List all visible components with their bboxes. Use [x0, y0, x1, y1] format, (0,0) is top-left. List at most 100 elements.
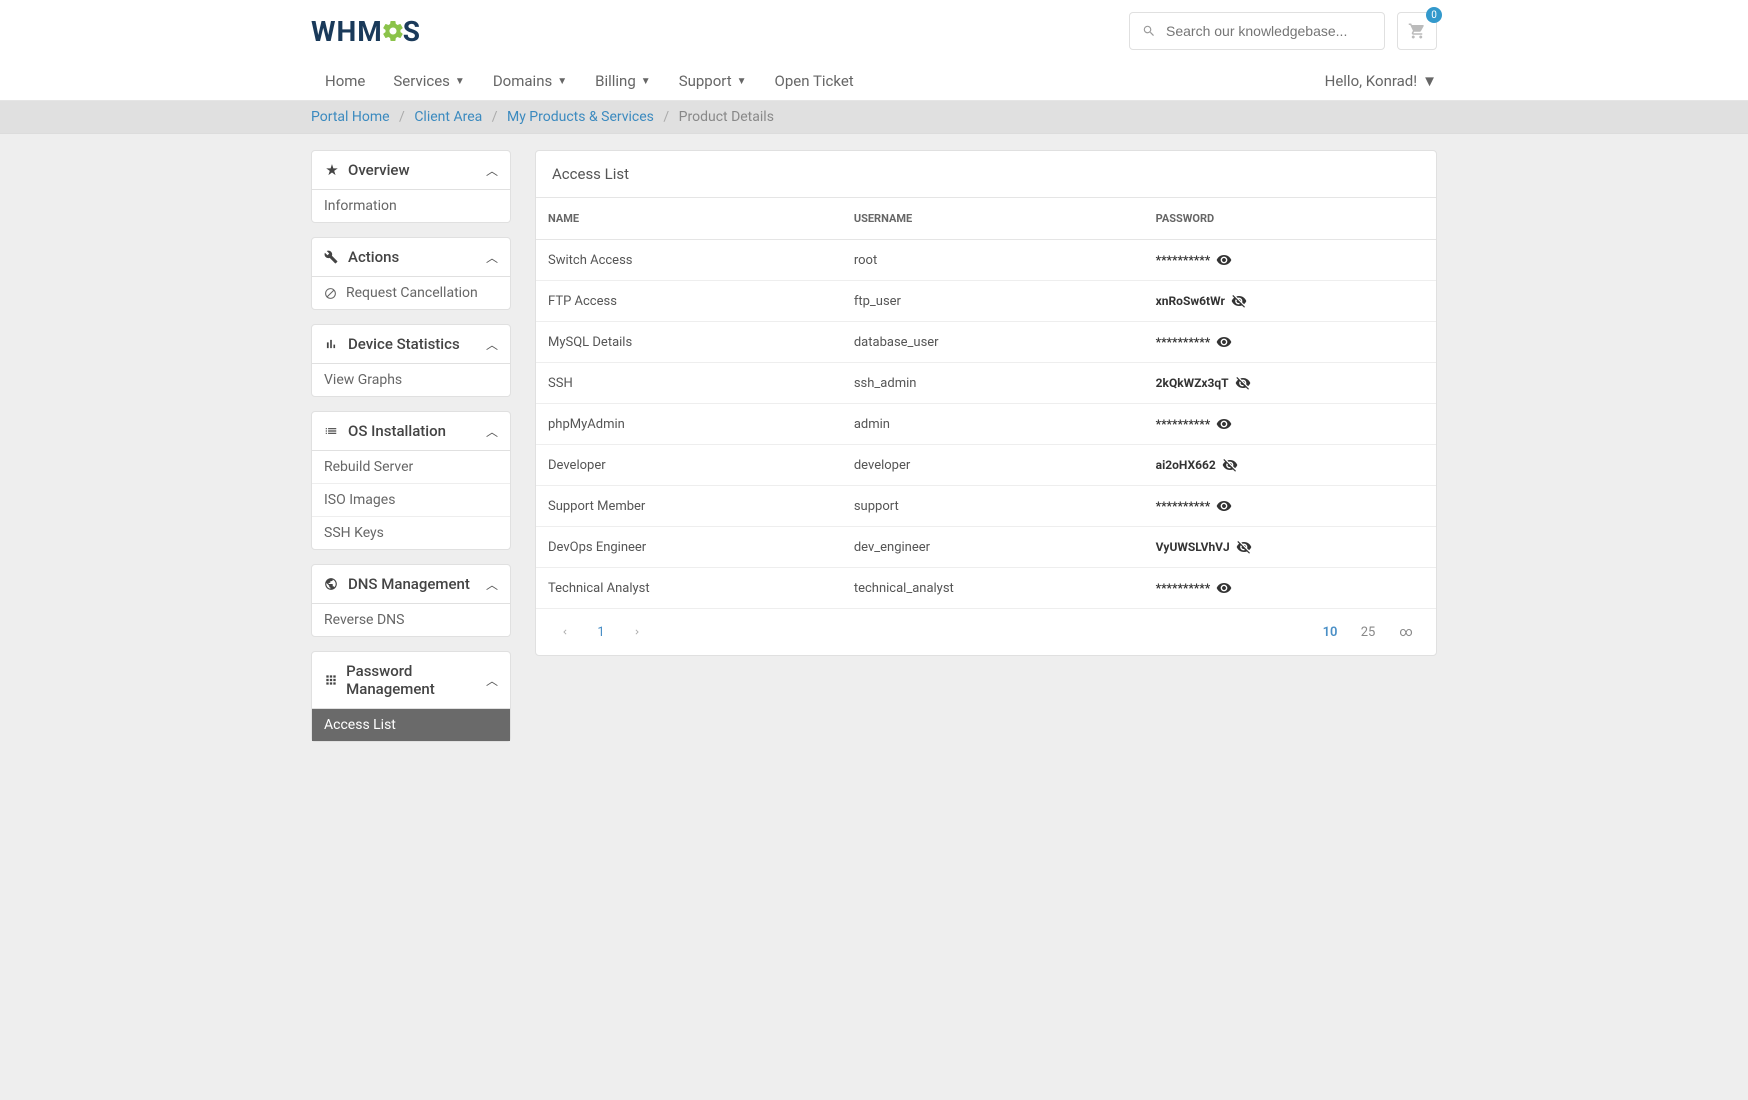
panel-os-installation-header[interactable]: OS Installation ︿ [312, 412, 510, 451]
eye-icon[interactable] [1216, 252, 1232, 268]
password-value: ********** [1156, 417, 1211, 431]
table-row: phpMyAdminadmin ********** [536, 404, 1436, 445]
password-value: ********** [1156, 335, 1211, 349]
panel-password-management: Password Management ︿ Access List [311, 651, 511, 742]
sidebar-item-access-list[interactable]: Access List [312, 709, 510, 741]
cell-password: ********** [1144, 404, 1436, 445]
cell-name: phpMyAdmin [536, 404, 842, 445]
panel-overview-header[interactable]: ★ Overview ︿ [312, 151, 510, 190]
caret-down-icon: ▼ [641, 76, 651, 87]
cell-name: DevOps Engineer [536, 527, 842, 568]
page-size-∞[interactable]: ∞ [1392, 619, 1420, 645]
cell-username: root [842, 240, 1144, 281]
eye-icon[interactable] [1216, 334, 1232, 350]
breadcrumb-my-products[interactable]: My Products & Services [507, 109, 654, 125]
gear-icon [381, 19, 405, 43]
th-name[interactable]: NAME [536, 198, 842, 240]
sidebar-item-reverse-dns[interactable]: Reverse DNS [312, 604, 510, 636]
caret-down-icon: ▼ [737, 76, 747, 87]
eye-off-icon[interactable] [1222, 457, 1238, 473]
cell-name: MySQL Details [536, 322, 842, 363]
sidebar-item-request-cancellation[interactable]: Request Cancellation [312, 277, 510, 309]
nav-billing[interactable]: Billing▼ [581, 62, 665, 100]
sidebar-item-iso-images[interactable]: ISO Images [312, 484, 510, 517]
search-input[interactable] [1166, 23, 1372, 39]
logo[interactable]: WHM S [311, 15, 421, 48]
caret-down-icon: ▼ [1422, 72, 1437, 90]
panel-os-installation: OS Installation ︿ Rebuild Server ISO Ima… [311, 411, 511, 550]
breadcrumb: Portal Home / Client Area / My Products … [311, 101, 1437, 133]
cell-username: admin [842, 404, 1144, 445]
cell-password: ********** [1144, 568, 1436, 609]
sidebar-item-ssh-keys[interactable]: SSH Keys [312, 517, 510, 549]
cell-name: Switch Access [536, 240, 842, 281]
search-box[interactable] [1129, 12, 1385, 50]
th-password[interactable]: PASSWORD [1144, 198, 1436, 240]
cell-password: xnRoSw6tWr [1144, 281, 1436, 322]
panel-overview: ★ Overview ︿ Information [311, 150, 511, 223]
table-row: MySQL Detailsdatabase_user ********** [536, 322, 1436, 363]
nav-home[interactable]: Home [311, 62, 379, 100]
page-size-25[interactable]: 25 [1354, 619, 1382, 645]
table-row: Developerdeveloper ai2oHX662 [536, 445, 1436, 486]
chevron-up-icon: ︿ [486, 672, 498, 689]
globe-icon [324, 577, 340, 591]
breadcrumb-portal-home[interactable]: Portal Home [311, 109, 390, 125]
nav-domains[interactable]: Domains▼ [479, 62, 581, 100]
nav-support[interactable]: Support▼ [665, 62, 761, 100]
pagination-prev[interactable] [552, 619, 578, 645]
eye-icon[interactable] [1216, 498, 1232, 514]
panel-device-statistics-header[interactable]: Device Statistics ︿ [312, 325, 510, 364]
main-panel: Access List NAME USERNAME PASSWORD Switc… [535, 150, 1437, 656]
password-value: xnRoSw6tWr [1156, 294, 1225, 308]
sidebar-item-view-graphs[interactable]: View Graphs [312, 364, 510, 396]
nav-open-ticket[interactable]: Open Ticket [761, 62, 868, 100]
list-icon [324, 424, 340, 438]
chevron-up-icon: ︿ [486, 576, 498, 593]
page-size-10[interactable]: 10 [1316, 619, 1344, 645]
user-greeting: Hello, Konrad! [1325, 72, 1418, 90]
nav-services[interactable]: Services▼ [379, 62, 478, 100]
caret-down-icon: ▼ [557, 76, 567, 87]
cell-name: Technical Analyst [536, 568, 842, 609]
cell-username: database_user [842, 322, 1144, 363]
eye-off-icon[interactable] [1235, 375, 1251, 391]
cell-password: ai2oHX662 [1144, 445, 1436, 486]
table-row: Switch Accessroot********** [536, 240, 1436, 281]
caret-down-icon: ▼ [455, 76, 465, 87]
table-row: Technical Analysttechnical_analyst******… [536, 568, 1436, 609]
breadcrumb-client-area[interactable]: Client Area [414, 109, 482, 125]
th-username[interactable]: USERNAME [842, 198, 1144, 240]
table-row: FTP Accessftp_userxnRoSw6tWr [536, 281, 1436, 322]
panel-dns-management: DNS Management ︿ Reverse DNS [311, 564, 511, 637]
cell-name: Developer [536, 445, 842, 486]
table-row: DevOps Engineerdev_engineerVyUWSLVhVJ [536, 527, 1436, 568]
pagination-next[interactable] [624, 619, 650, 645]
table-row: SSHssh_admin2kQkWZx3qT [536, 363, 1436, 404]
ban-icon [324, 287, 338, 300]
eye-icon[interactable] [1216, 580, 1232, 596]
grid-icon [324, 673, 338, 687]
pagination-page-1[interactable]: 1 [588, 619, 614, 645]
eye-off-icon[interactable] [1231, 293, 1247, 309]
sidebar-item-rebuild-server[interactable]: Rebuild Server [312, 451, 510, 484]
chevron-up-icon: ︿ [486, 162, 498, 179]
eye-icon[interactable] [1216, 416, 1232, 432]
cell-username: developer [842, 445, 1144, 486]
cell-name: FTP Access [536, 281, 842, 322]
star-icon: ★ [324, 161, 340, 179]
eye-off-icon[interactable] [1236, 539, 1252, 555]
chevron-up-icon: ︿ [486, 336, 498, 353]
cart-icon [1408, 22, 1426, 40]
nav-user-menu[interactable]: Hello, Konrad! ▼ [1325, 62, 1437, 100]
cell-name: Support Member [536, 486, 842, 527]
password-value: ********** [1156, 581, 1211, 595]
password-value: ai2oHX662 [1156, 458, 1216, 472]
chevron-right-icon [632, 627, 642, 637]
panel-password-management-header[interactable]: Password Management ︿ [312, 652, 510, 709]
panel-dns-management-header[interactable]: DNS Management ︿ [312, 565, 510, 604]
sidebar-item-information[interactable]: Information [312, 190, 510, 222]
panel-actions-header[interactable]: Actions ︿ [312, 238, 510, 277]
cart-button[interactable]: 0 [1397, 12, 1437, 50]
page-title: Access List [536, 151, 1436, 198]
